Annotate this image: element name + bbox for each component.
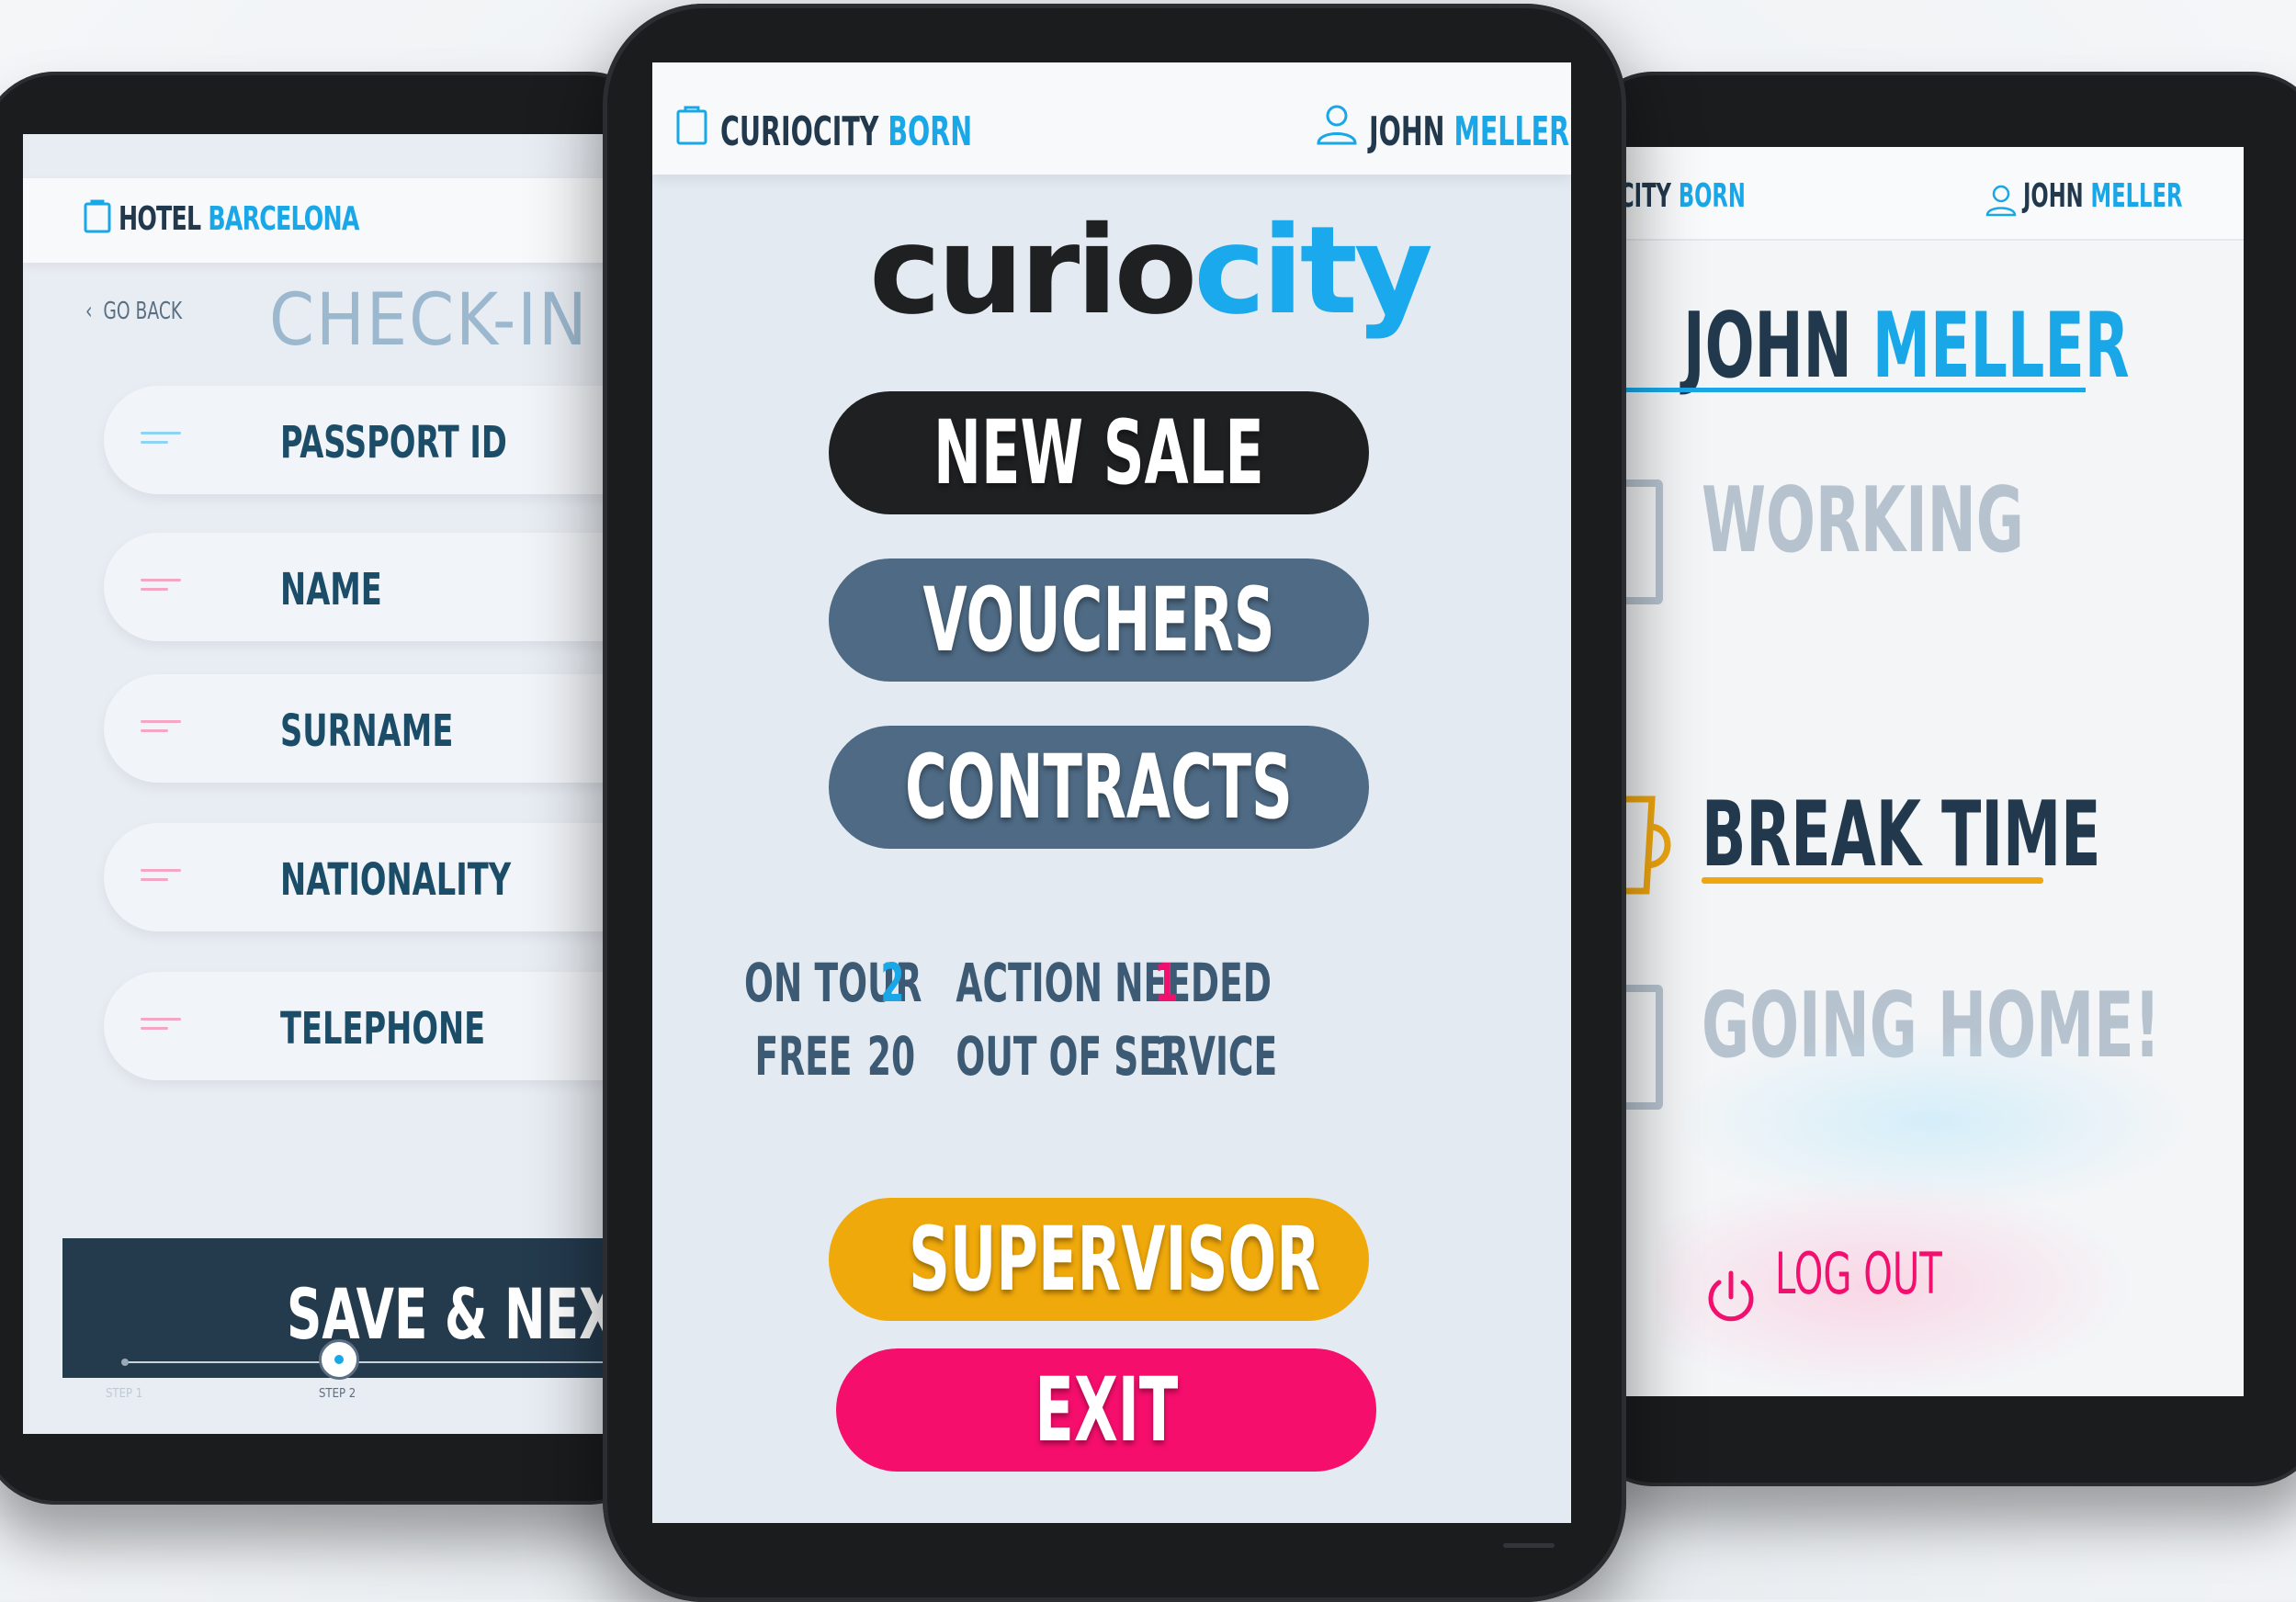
status-header: CITY BORN JOHN MELLER [1619,147,2244,241]
shopping-bag-icon [84,199,111,233]
save-next-button[interactable]: SAVE & NEXT [62,1238,666,1378]
text-lines-icon [141,720,181,739]
home-indicator [1503,1543,1555,1548]
supervisor-button[interactable]: SUPERVISOR [829,1198,1369,1321]
exit-button[interactable]: EXIT [836,1348,1376,1472]
step-1-dot[interactable] [121,1359,129,1366]
text-lines-icon [141,579,181,597]
action-needed-value: 1 [1154,952,1179,1014]
name-underline [1619,388,2086,392]
surname-field[interactable]: SURNAME [104,674,666,783]
right-tablet: CITY BORN JOHN MELLER JOHN MELLER WORKIN… [1580,72,2296,1486]
free-label: FREE [754,1025,853,1088]
go-back-link[interactable]: ‹ GO BACK [85,298,182,325]
vouchers-button[interactable]: VOUCHERS [829,558,1369,682]
status-screen: CITY BORN JOHN MELLER JOHN MELLER WORKIN… [1619,147,2244,1396]
action-needed-label: ACTION NEEDED [956,952,1272,1014]
center-tablet: CURIOCITY BORN JOHN MELLER curiocity NEW… [603,4,1626,1602]
telephone-field[interactable]: TELEPHONE [104,972,666,1080]
coffee-cup-icon [1619,795,1671,895]
checkin-title: CHECK-IN [269,279,589,362]
out-of-service-value: 1 [1154,1025,1179,1088]
free-value: 20 [866,1025,916,1088]
text-lines-icon [141,1018,181,1036]
hotel-brand: HOTEL BARCELONA [119,200,359,238]
shopping-bag-icon [676,106,707,145]
passport-id-field[interactable]: PASSPORT ID [104,386,666,494]
new-sale-button[interactable]: NEW SALE [829,391,1369,514]
brand-name: CURIOCITY BORN [720,108,973,155]
on-tour-value: 2 [880,952,905,1014]
name-field[interactable]: NAME [104,533,666,641]
chevron-left-icon: ‹ [85,298,104,325]
curiocity-logo: curiocity [869,200,1433,342]
logout-button[interactable]: LOG OUT [1775,1240,1942,1307]
step-2-dot[interactable] [319,1339,359,1380]
main-menu-screen: CURIOCITY BORN JOHN MELLER curiocity NEW… [652,62,1571,1523]
main-header: CURIOCITY BORN JOHN MELLER [652,62,1571,175]
brand-name: CITY BORN [1619,177,1746,215]
step-1-label: STEP 1 [106,1387,143,1401]
profile-name: JOHN MELLER [1683,294,2130,399]
nationality-field[interactable]: NATIONALITY [104,823,666,931]
power-icon [1708,1270,1754,1322]
user-icon [1317,105,1357,145]
status-working[interactable]: WORKING [1702,468,2024,573]
checkin-screen: HOTEL BARCELONA ‹ GO BACK CHECK-IN PASSP… [23,134,666,1434]
user-name: JOHN MELLER [1369,108,1570,155]
checkin-header: HOTEL BARCELONA [23,178,666,263]
status-break-time[interactable]: BREAK TIME [1702,783,2101,887]
text-lines-icon [141,432,181,450]
step-2-label: STEP 2 [319,1387,356,1401]
text-lines-icon [141,869,181,887]
contracts-button[interactable]: CONTRACTS [829,726,1369,849]
left-tablet: HOTEL BARCELONA ‹ GO BACK CHECK-IN PASSP… [0,72,666,1505]
break-time-underline [1702,877,2043,884]
user-name: JOHN MELLER [2023,177,2183,215]
out-of-service-label: OUT OF SERVICE [956,1025,1278,1088]
user-icon [1985,185,2017,217]
